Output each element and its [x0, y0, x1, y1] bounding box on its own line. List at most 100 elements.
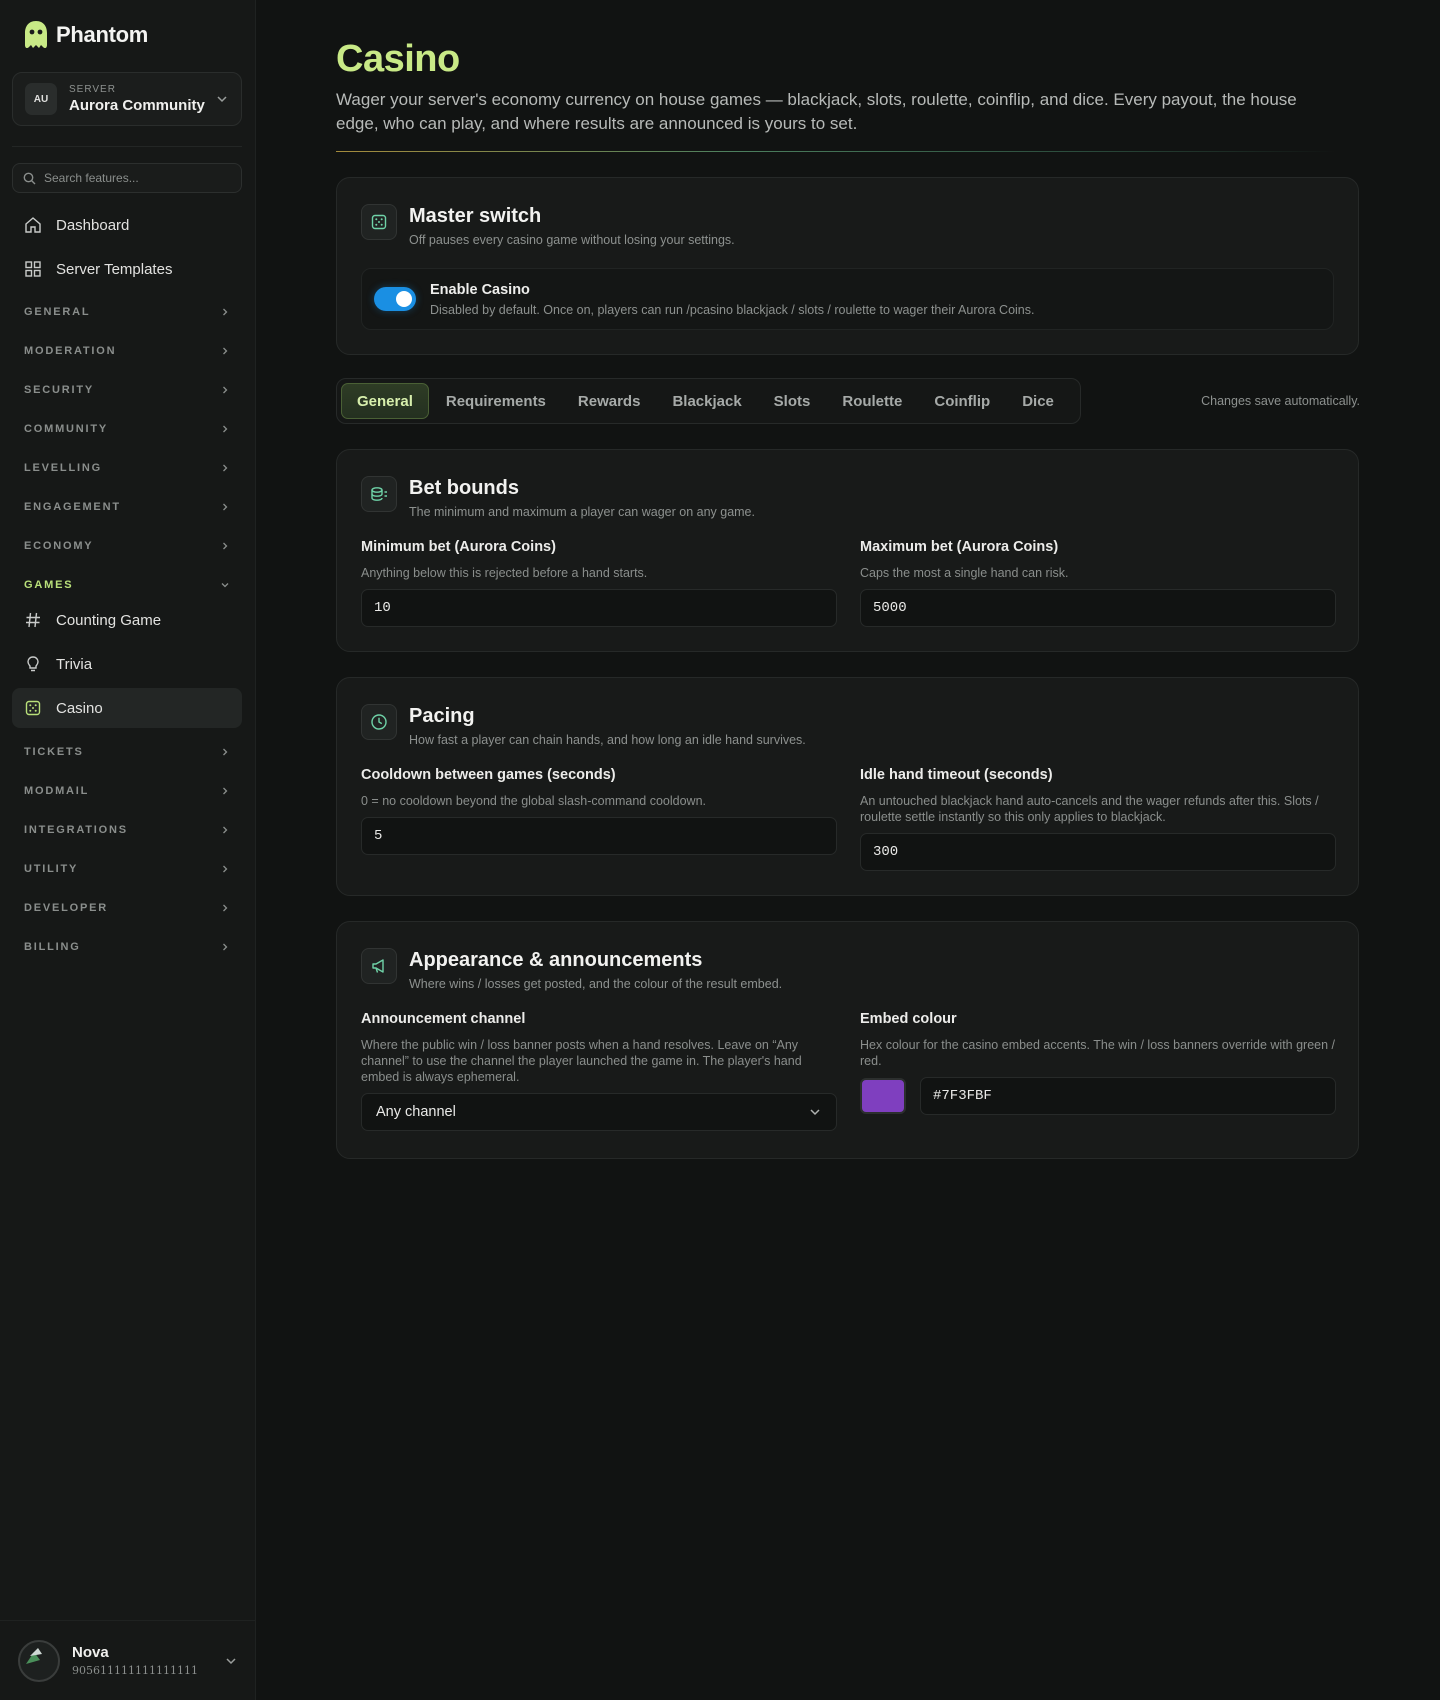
section-label: MODERATION [24, 345, 117, 357]
chevron-right-icon [223, 386, 228, 394]
server-selector[interactable]: AU SERVER Aurora Community [12, 72, 242, 126]
autosave-note: Changes save automatically. [1201, 394, 1360, 408]
cooldown-input[interactable]: 5 [361, 817, 837, 855]
nav-casino[interactable]: Casino [12, 688, 242, 728]
chevron-down-icon [810, 1109, 820, 1116]
nav-casino-label: Casino [56, 699, 103, 717]
colour-swatch[interactable] [860, 1078, 906, 1114]
section-utility[interactable]: UTILITY [24, 859, 230, 879]
enable-casino-toggle[interactable] [374, 287, 416, 311]
min-bet-field: Minimum bet (Aurora Coins) Anything belo… [361, 539, 837, 627]
sidebar: Phantom AU SERVER Aurora Community Dashb… [0, 0, 256, 1700]
chevron-right-icon [223, 865, 228, 873]
section-label: COMMUNITY [24, 423, 109, 435]
chevron-right-icon [223, 826, 228, 834]
pacing-card: Pacing How fast a player can chain hands… [336, 677, 1359, 896]
user-id: 905611111111111111 [72, 1664, 198, 1677]
embed-colour-input[interactable]: #7F3FBF [920, 1077, 1336, 1115]
field-label: Idle hand timeout (seconds) [860, 767, 1053, 783]
avatar-image-icon [26, 1647, 42, 1664]
section-security[interactable]: SECURITY [24, 380, 230, 400]
section-label: UTILITY [24, 863, 79, 875]
search-box[interactable] [12, 163, 242, 193]
sidebar-divider [12, 146, 242, 147]
tab-coinflip[interactable]: Coinflip [919, 383, 1005, 419]
card-subtitle: Off pauses every casino game without los… [409, 233, 735, 247]
section-tickets[interactable]: TICKETS [24, 742, 230, 762]
section-label: GAMES [24, 579, 74, 591]
field-help: Where the public win / loss banner posts… [361, 1038, 802, 1084]
nav-server-templates[interactable]: Server Templates [12, 249, 242, 289]
section-engagement[interactable]: ENGAGEMENT [24, 497, 230, 517]
tab-requirements[interactable]: Requirements [431, 383, 561, 419]
section-general[interactable]: GENERAL [24, 302, 230, 322]
server-avatar: AU [25, 83, 57, 115]
chevron-right-icon [223, 347, 228, 355]
max-bet-input[interactable]: 5000 [860, 589, 1336, 627]
title-divider [336, 151, 1336, 152]
section-integrations[interactable]: INTEGRATIONS [24, 820, 230, 840]
field-help: An untouched blackjack hand auto-cancels… [860, 794, 1319, 824]
section-games[interactable]: GAMES [24, 575, 230, 595]
section-label: LEVELLING [24, 462, 102, 474]
section-label: SECURITY [24, 384, 95, 396]
section-moderation[interactable]: MODERATION [24, 341, 230, 361]
tab-blackjack[interactable]: Blackjack [657, 383, 756, 419]
section-developer[interactable]: DEVELOPER [24, 898, 230, 918]
page-title: Casino [336, 38, 460, 80]
nav-trivia[interactable]: Trivia [12, 644, 242, 684]
section-label: ENGAGEMENT [24, 501, 121, 513]
brand[interactable]: Phantom [22, 20, 148, 50]
phantom-ghost-icon [25, 21, 47, 49]
tab-rewards[interactable]: Rewards [563, 383, 656, 419]
field-help: Anything below this is rejected before a… [361, 566, 648, 580]
chevron-right-icon [223, 943, 228, 951]
dice-icon [25, 700, 41, 716]
chevron-down-icon [221, 583, 229, 588]
appearance-card: Appearance & announcements Where wins / … [336, 921, 1359, 1159]
lightbulb-icon [27, 656, 39, 672]
chevron-right-icon [223, 542, 228, 550]
tab-dice[interactable]: Dice [1007, 383, 1069, 419]
user-menu[interactable]: Nova 905611111111111111 [0, 1620, 256, 1700]
section-label: TICKETS [24, 746, 84, 758]
card-subtitle: The minimum and maximum a player can wag… [409, 505, 755, 519]
tab-slots[interactable]: Slots [759, 383, 826, 419]
megaphone-icon [361, 948, 397, 984]
field-help: Caps the most a single hand can risk. [860, 566, 1069, 580]
settings-tabs: General Requirements Rewards Blackjack S… [336, 378, 1081, 424]
search-input[interactable] [44, 171, 231, 185]
chevron-right-icon [223, 904, 228, 912]
section-label: ECONOMY [24, 540, 94, 552]
idle-timeout-input[interactable]: 300 [860, 833, 1336, 871]
tab-roulette[interactable]: Roulette [827, 383, 917, 419]
tab-general[interactable]: General [341, 383, 429, 419]
field-label: Minimum bet (Aurora Coins) [361, 539, 556, 555]
server-label: SERVER [69, 84, 116, 95]
section-economy[interactable]: ECONOMY [24, 536, 230, 556]
server-name: Aurora Community [69, 97, 205, 114]
toggle-description: Disabled by default. Once on, players ca… [430, 302, 1035, 317]
section-billing[interactable]: BILLING [24, 937, 230, 957]
nav-dashboard[interactable]: Dashboard [12, 205, 242, 245]
nav-counting-game[interactable]: Counting Game [12, 600, 242, 640]
announcement-channel-select[interactable]: Any channel [361, 1093, 837, 1131]
section-modmail[interactable]: MODMAIL [24, 781, 230, 801]
chevron-right-icon [223, 464, 228, 472]
hash-icon [26, 612, 40, 628]
field-label: Maximum bet (Aurora Coins) [860, 539, 1059, 555]
enable-casino-row: Enable Casino Disabled by default. Once … [361, 268, 1334, 330]
field-label: Announcement channel [361, 1011, 526, 1027]
max-bet-field: Maximum bet (Aurora Coins) Caps the most… [860, 539, 1336, 627]
chevron-right-icon [223, 748, 228, 756]
min-bet-input[interactable]: 10 [361, 589, 837, 627]
section-levelling[interactable]: LEVELLING [24, 458, 230, 478]
field-label: Embed colour [860, 1011, 957, 1027]
section-community[interactable]: COMMUNITY [24, 419, 230, 439]
cooldown-field: Cooldown between games (seconds) 0 = no … [361, 767, 837, 855]
card-subtitle: Where wins / losses get posted, and the … [409, 977, 783, 991]
brand-name: Phantom [56, 22, 149, 47]
coins-icon [361, 476, 397, 512]
avatar [18, 1639, 60, 1682]
card-subtitle: How fast a player can chain hands, and h… [409, 733, 806, 747]
